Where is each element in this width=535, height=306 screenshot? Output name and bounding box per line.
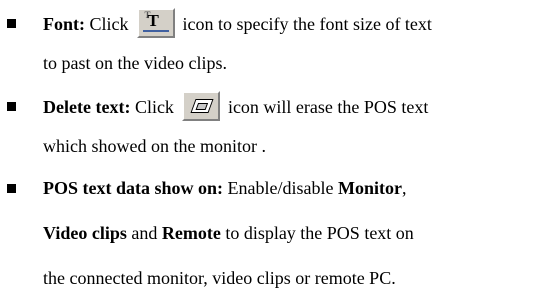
item-line: Delete text: Click icon will erase the PO… [43, 90, 429, 121]
item-continuation: the connected monitor, video clips or re… [43, 268, 396, 288]
item-text: and [131, 223, 158, 243]
bullet [7, 184, 16, 193]
item-label: POS text data show on: [43, 178, 224, 198]
item-text: , [401, 178, 407, 198]
eraser-icon [181, 90, 220, 121]
item-label: Font: [43, 14, 85, 34]
item-continuation: to past on the video clips. [43, 53, 227, 73]
item-text: icon to specify the font size of text [182, 14, 432, 34]
item-label: Delete text: [43, 97, 131, 117]
item-continuation: which showed on the monitor . [43, 136, 266, 156]
item-bold-text: Video clips [43, 223, 127, 243]
item-bold-text: Remote [161, 223, 221, 243]
item-text: Click [134, 97, 174, 117]
item-text: to display the POS text on [225, 223, 414, 243]
item-line: POS text data show on: Enable/disable Mo… [43, 177, 406, 199]
item-line: Video clips and Remote to display the PO… [43, 222, 414, 244]
font-icon: TT [136, 7, 175, 38]
bullet [7, 102, 16, 111]
item-line: Font: Click T T icon to specify the font si… [43, 7, 432, 38]
bullet [7, 19, 16, 28]
item-text: Click [89, 14, 129, 34]
item-text: icon will erase the POS text [227, 97, 429, 117]
item-text: Enable/disable [227, 178, 334, 198]
item-bold-text: Monitor [337, 178, 402, 198]
